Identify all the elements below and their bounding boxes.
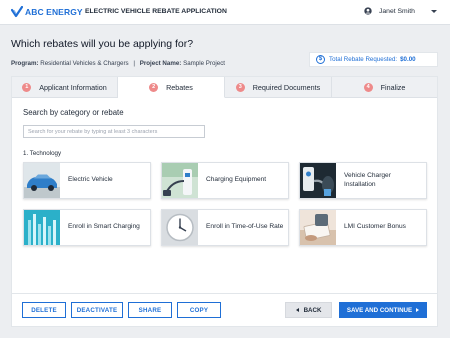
save-and-continue-button[interactable]: SAVE AND CONTINUE [339, 302, 427, 318]
total-rebate-value: $0.00 [400, 56, 416, 63]
tab-rebates[interactable]: 2 Rebates [118, 77, 225, 98]
tab-finalize[interactable]: 4 Finalize [332, 77, 437, 98]
rebate-tile-vehicle-charger-installation[interactable]: Vehicle Charger Installation [299, 162, 427, 199]
tab-label: Applicant Information [39, 82, 107, 92]
user-avatar-icon [364, 7, 372, 15]
project-name-value: Sample Project [183, 60, 226, 67]
delete-button[interactable]: DELETE [22, 302, 66, 318]
caret-right-icon [416, 308, 420, 312]
step-number-badge: 2 [149, 82, 159, 92]
step-number-badge: 3 [235, 82, 245, 92]
tab-required-documents[interactable]: 3 Required Documents [225, 77, 332, 98]
electric-vehicle-photo [24, 163, 60, 198]
save-and-continue-label: SAVE AND CONTINUE [346, 306, 413, 314]
user-name: Janet Smith [379, 7, 415, 15]
dollar-circle-icon: $ [316, 55, 325, 64]
category-title: 1. Technology [23, 150, 62, 157]
program-label: Program: [11, 60, 39, 67]
checkmark-logo-icon [11, 6, 23, 18]
tile-label: LMI Customer Bonus [344, 223, 406, 231]
caret-down-icon[interactable] [431, 10, 437, 13]
project-info: Program: Residential Vehicles & Chargers… [11, 60, 225, 67]
tab-label: Rebates [166, 82, 193, 92]
logo-text: ABC ENERGY [25, 7, 83, 17]
rebate-tile-charging-equipment[interactable]: Charging Equipment [161, 162, 289, 199]
tab-applicant-information[interactable]: 1 Applicant Information [12, 77, 118, 98]
rebate-tile-enroll-in-smart-charging[interactable]: Enroll in Smart Charging [23, 209, 151, 246]
app-title: ELECTRIC VEHICLE REBATE APPLICATION [85, 8, 227, 15]
rebate-tile-lmi-customer-bonus[interactable]: LMI Customer Bonus [299, 209, 427, 246]
time-of-use-clock-photo [162, 210, 198, 245]
card-footer: DELETE DEACTIVATE SHARE COPY BACK SAVE A… [12, 293, 437, 326]
tile-label: Enroll in Time-of-Use Rate [206, 223, 284, 231]
smart-charging-photo [24, 210, 60, 245]
search-heading: Search by category or rebate [23, 108, 124, 117]
main-card: 1 Applicant Information 2 Rebates 3 Requ… [11, 76, 438, 327]
tile-label: Enroll in Smart Charging [68, 223, 140, 231]
top-bar: ABC ENERGY ELECTRIC VEHICLE REBATE APPLI… [0, 0, 450, 25]
tile-label: Vehicle Charger Installation [344, 172, 391, 188]
tab-label: Required Documents [252, 82, 321, 92]
copy-button[interactable]: COPY [177, 302, 221, 318]
total-rebate-label: Total Rebate Requested: [329, 56, 398, 63]
abc-energy-logo[interactable]: ABC ENERGY [11, 6, 83, 18]
tile-label: Charging Equipment [206, 176, 267, 184]
deactivate-button[interactable]: DEACTIVATE [71, 302, 123, 318]
total-rebate-box: $ Total Rebate Requested: $0.00 [309, 52, 438, 67]
share-button[interactable]: SHARE [128, 302, 172, 318]
rebate-tile-electric-vehicle[interactable]: Electric Vehicle [23, 162, 151, 199]
charging-equipment-photo [162, 163, 198, 198]
rebate-search-input[interactable] [23, 125, 205, 138]
rebate-tile-enroll-in-time-of-use-rate[interactable]: Enroll in Time-of-Use Rate [161, 209, 289, 246]
back-label: BACK [303, 306, 322, 314]
step-number-badge: 4 [363, 82, 373, 92]
project-name-label: Project Name: [139, 60, 182, 67]
back-button[interactable]: BACK [285, 302, 332, 318]
user-menu[interactable]: Janet Smith [364, 7, 415, 15]
page-title: Which rebates will you be applying for? [11, 38, 194, 50]
caret-left-icon [295, 308, 299, 312]
charger-installation-photo [300, 163, 336, 198]
customer-bonus-photo [300, 210, 336, 245]
program-value: Residential Vehicles & Chargers [40, 60, 129, 67]
tile-label: Electric Vehicle [68, 176, 113, 184]
step-number-badge: 1 [22, 82, 32, 92]
step-tabs: 1 Applicant Information 2 Rebates 3 Requ… [12, 77, 437, 98]
info-separator: | [133, 60, 135, 67]
tab-label: Finalize [380, 82, 406, 92]
